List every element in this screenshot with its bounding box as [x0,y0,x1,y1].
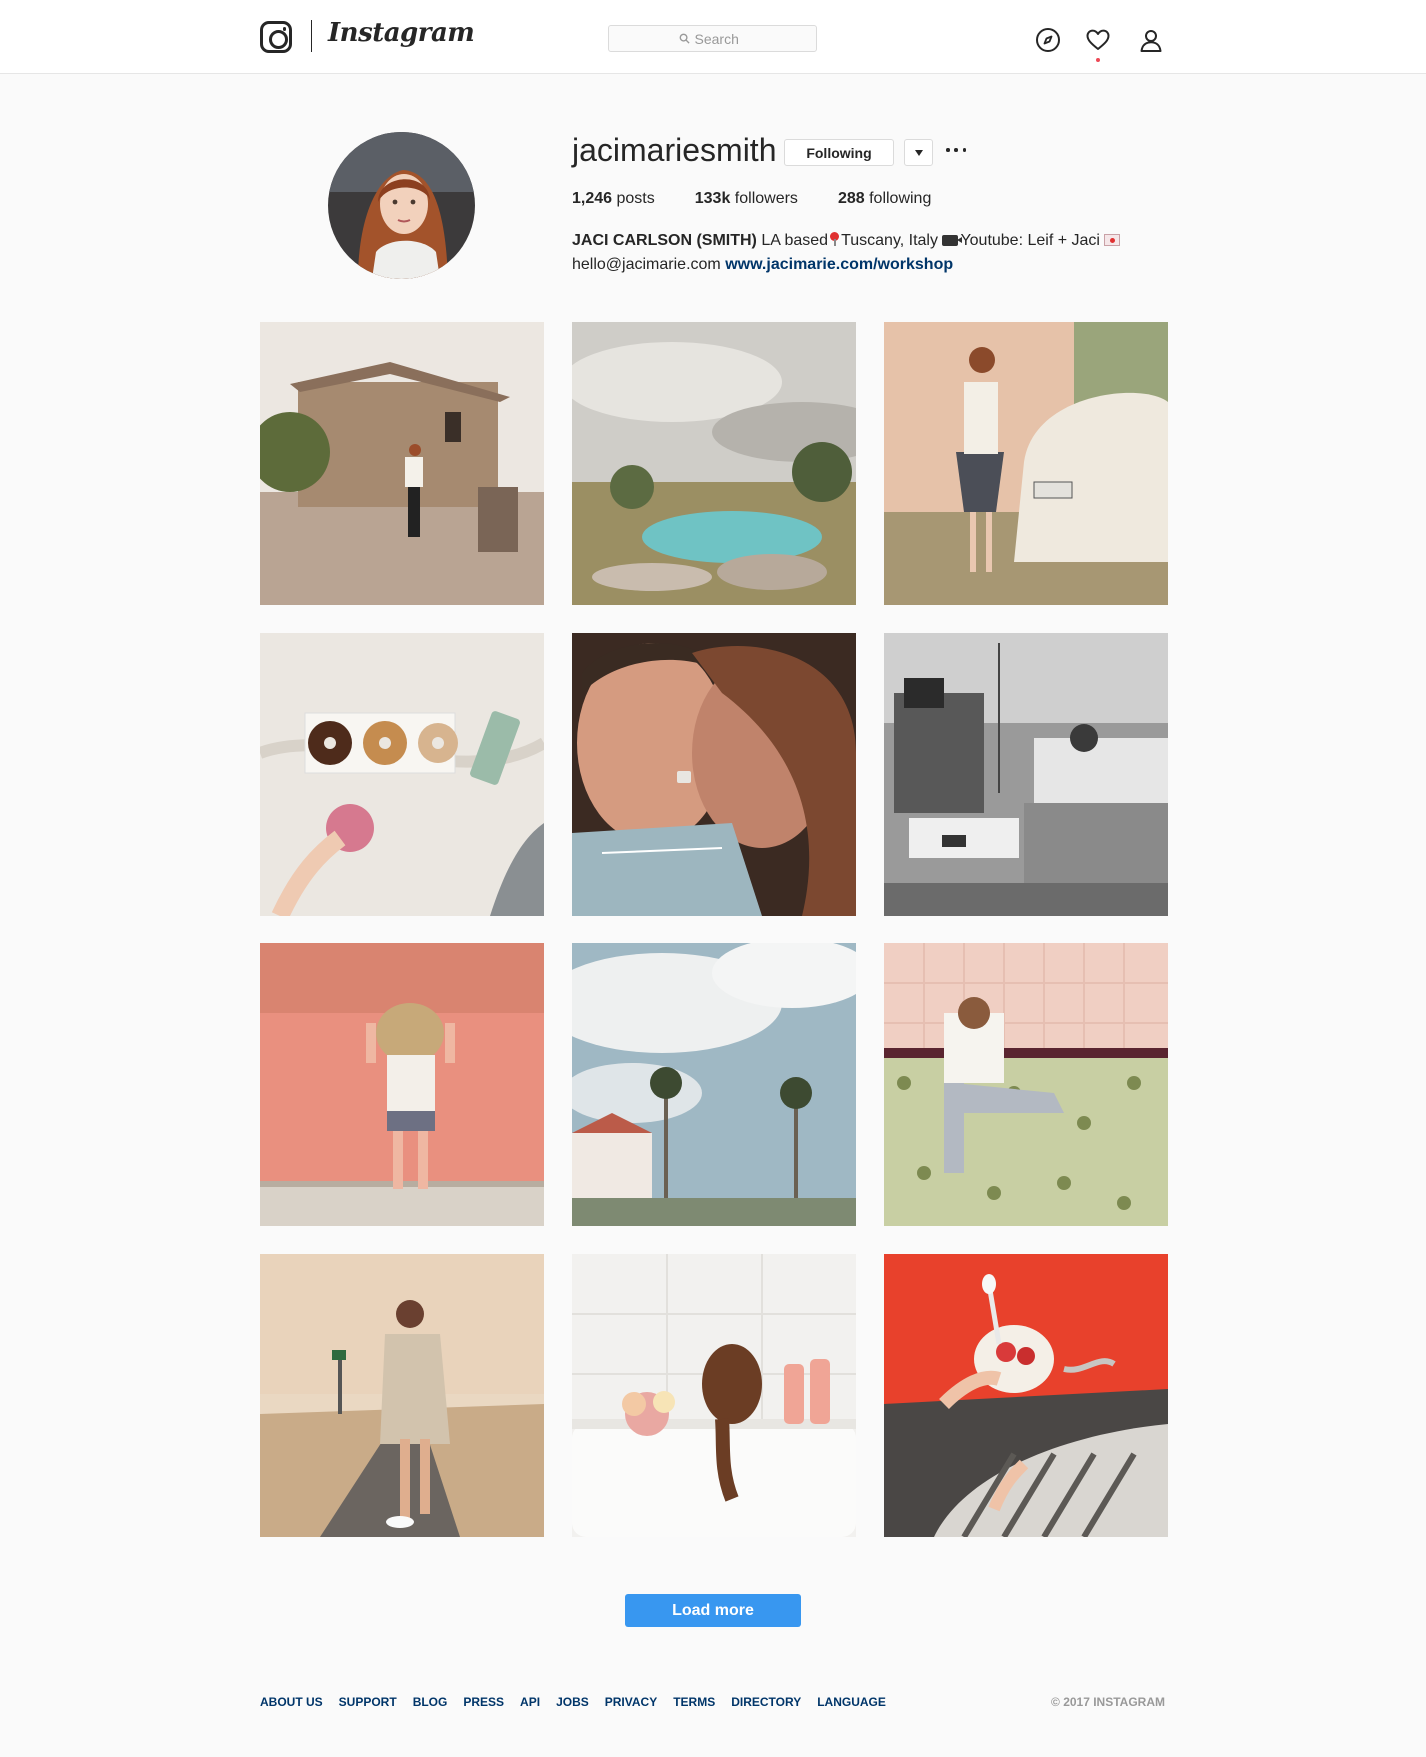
search-input[interactable] [694,30,747,47]
post-thumbnail[interactable] [260,322,544,605]
round-pushpin-icon [830,232,840,246]
footer-link-press[interactable]: PRESS [463,1695,504,1709]
footer-link-terms[interactable]: TERMS [673,1695,715,1709]
post-thumbnail[interactable] [884,1254,1168,1537]
more-options-icon[interactable] [946,140,966,160]
posts-stat: 1,246 posts [572,190,655,207]
footer-link-support[interactable]: SUPPORT [339,1695,397,1709]
post-thumbnail[interactable] [260,1254,544,1537]
post-thumbnail[interactable] [884,633,1168,916]
followers-stat[interactable]: 133k followers [695,190,798,208]
following-button[interactable]: Following [784,139,894,166]
follow-options-dropdown[interactable] [904,139,933,166]
full-name: JACI CARLSON (SMITH) [572,232,757,249]
triangle-down-icon [914,149,923,156]
load-more-button[interactable]: Load more [625,1594,801,1627]
search-box[interactable] [608,25,817,52]
post-thumbnail[interactable] [572,633,856,916]
footer-copyright: © 2017 INSTAGRAM [1051,1695,1165,1709]
instagram-wordmark[interactable]: Instagram [328,18,475,48]
heart-icon[interactable] [1085,27,1111,53]
love-letter-icon [1103,234,1120,246]
post-thumbnail[interactable] [572,943,856,1226]
profile-avatar[interactable] [328,132,475,279]
top-navigation-bar: Instagram [0,0,1426,74]
profile-icon[interactable] [1138,27,1164,53]
post-thumbnail[interactable] [884,943,1168,1226]
compass-icon[interactable] [1035,27,1061,53]
footer-link-blog[interactable]: BLOG [413,1695,448,1709]
bio-website-link[interactable]: www.jacimarie.com/workshop [725,256,953,273]
post-thumbnail[interactable] [884,322,1168,605]
bio-line-2: hello@jacimarie.com www.jacimarie.com/wo… [572,253,1132,277]
profile-username: jacimariesmith [572,132,777,168]
following-stat[interactable]: 288 following [838,190,931,208]
bio-email: hello@jacimarie.com [572,256,726,273]
notification-dot [1096,58,1100,62]
post-thumbnail[interactable] [572,1254,856,1537]
profile-stats: 1,246 posts 133k followers 288 following [572,190,971,208]
footer-link-directory[interactable]: DIRECTORY [731,1695,801,1709]
post-thumbnail[interactable] [572,322,856,605]
profile-bio: JACI CARLSON (SMITH) LA based Tuscany, It… [572,229,1132,277]
footer-link-about-us[interactable]: ABOUT US [260,1695,323,1709]
bio-line-1: JACI CARLSON (SMITH) LA based Tuscany, It… [572,229,1132,253]
footer-links: ABOUT US SUPPORT BLOG PRESS API JOBS PRI… [260,1695,902,1709]
search-icon [679,33,690,44]
footer-link-privacy[interactable]: PRIVACY [605,1695,657,1709]
footer-link-jobs[interactable]: JOBS [556,1695,589,1709]
footer-link-api[interactable]: API [520,1695,540,1709]
movie-camera-icon [942,235,963,246]
instagram-camera-logo-icon[interactable] [260,21,292,53]
post-thumbnail[interactable] [260,633,544,916]
footer-link-language[interactable]: LANGUAGE [817,1695,886,1709]
post-thumbnail[interactable] [260,943,544,1226]
logo-divider [311,20,312,52]
